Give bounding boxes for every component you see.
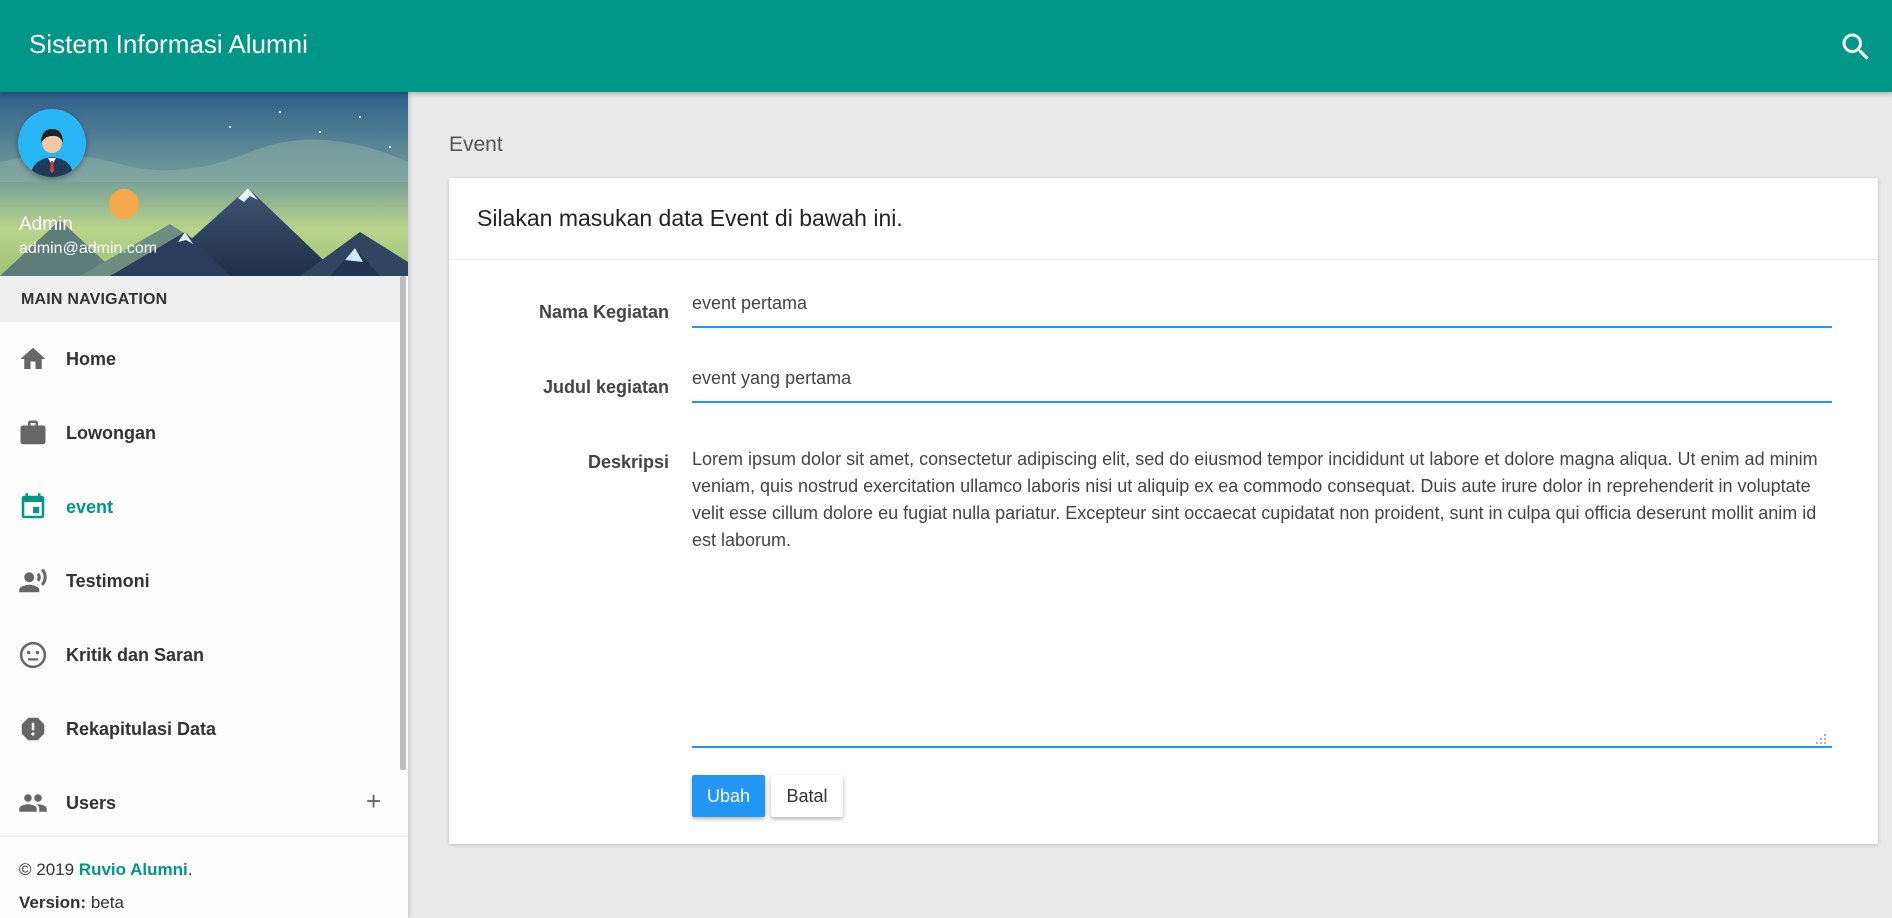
deskripsi-label: Deskripsi (587, 452, 669, 472)
avatar (18, 109, 86, 177)
sidebar-item-home[interactable]: Home (0, 322, 400, 396)
judul-kegiatan-label: Judul kegiatan (542, 377, 669, 397)
sidebar-menu: Home Lowongan event Testimoni Kritik dan… (0, 322, 400, 840)
sidebar-item-testimoni[interactable]: Testimoni (0, 544, 400, 618)
expand-plus-icon[interactable]: + (366, 788, 381, 814)
alert-octagon-icon (18, 714, 48, 744)
sidebar-item-lowongan[interactable]: Lowongan (0, 396, 400, 470)
version-label: Version: (19, 893, 87, 912)
nama-kegiatan-label: Nama Kegiatan (538, 302, 669, 322)
nav-header: MAIN NAVIGATION (0, 276, 400, 322)
app-title: Sistem Informasi Alumni (29, 29, 308, 59)
resize-grip-icon[interactable] (1815, 732, 1827, 744)
people-icon (18, 788, 48, 818)
judul-kegiatan-input[interactable] (692, 363, 1832, 403)
batal-button[interactable]: Batal (771, 775, 843, 817)
sidebar-item-event[interactable]: event (0, 470, 400, 544)
copyright-text: © 2019 (19, 860, 79, 879)
sidebar-item-label: Home (66, 349, 117, 369)
sidebar-item-rekapitulasi-data[interactable]: Rekapitulasi Data (0, 692, 400, 766)
briefcase-icon (18, 418, 48, 448)
version-line: Version: beta (19, 886, 408, 918)
home-icon (18, 344, 48, 374)
page-title: Event (449, 133, 503, 156)
event-form-card: Silakan masukan data Event di bawah ini.… (449, 178, 1878, 844)
neutral-face-icon (18, 640, 48, 670)
ubah-button[interactable]: Ubah (692, 775, 765, 817)
version-value: beta (86, 893, 124, 912)
sidebar-item-label: event (66, 497, 114, 517)
sidebar-item-label: Kritik dan Saran (66, 645, 205, 665)
copyright-period: . (187, 860, 193, 879)
record-voice-icon (18, 566, 48, 596)
sidebar-scrollbar[interactable] (400, 276, 406, 770)
sidebar-item-label: Rekapitulasi Data (66, 719, 217, 739)
sidebar: Admin admin@admin.com MAIN NAVIGATION Ho… (0, 92, 408, 918)
brand-link[interactable]: Ruvio Alumni (79, 860, 188, 879)
deskripsi-textarea[interactable]: Lorem ipsum dolor sit amet, consectetur … (692, 446, 1832, 748)
sidebar-item-kritik-dan-saran[interactable]: Kritik dan Saran (0, 618, 400, 692)
sidebar-item-label: Testimoni (66, 571, 150, 591)
nama-kegiatan-input[interactable] (692, 288, 1832, 328)
sidebar-item-label: Users (66, 793, 117, 813)
top-app-bar: Sistem Informasi Alumni (0, 0, 1892, 92)
calendar-icon (18, 492, 48, 522)
sidebar-footer: © 2019 Ruvio Alumni. Version: beta (0, 836, 408, 918)
sidebar-item-label: Lowongan (66, 423, 156, 443)
user-name: Admin (19, 214, 73, 235)
card-heading: Silakan masukan data Event di bawah ini. (449, 178, 1878, 260)
user-email: admin@admin.com (19, 240, 158, 257)
sidebar-item-users[interactable]: Users + (0, 766, 400, 840)
user-panel: Admin admin@admin.com (0, 92, 408, 276)
search-icon[interactable] (1838, 29, 1874, 65)
copyright-line: © 2019 Ruvio Alumni. (19, 853, 408, 886)
